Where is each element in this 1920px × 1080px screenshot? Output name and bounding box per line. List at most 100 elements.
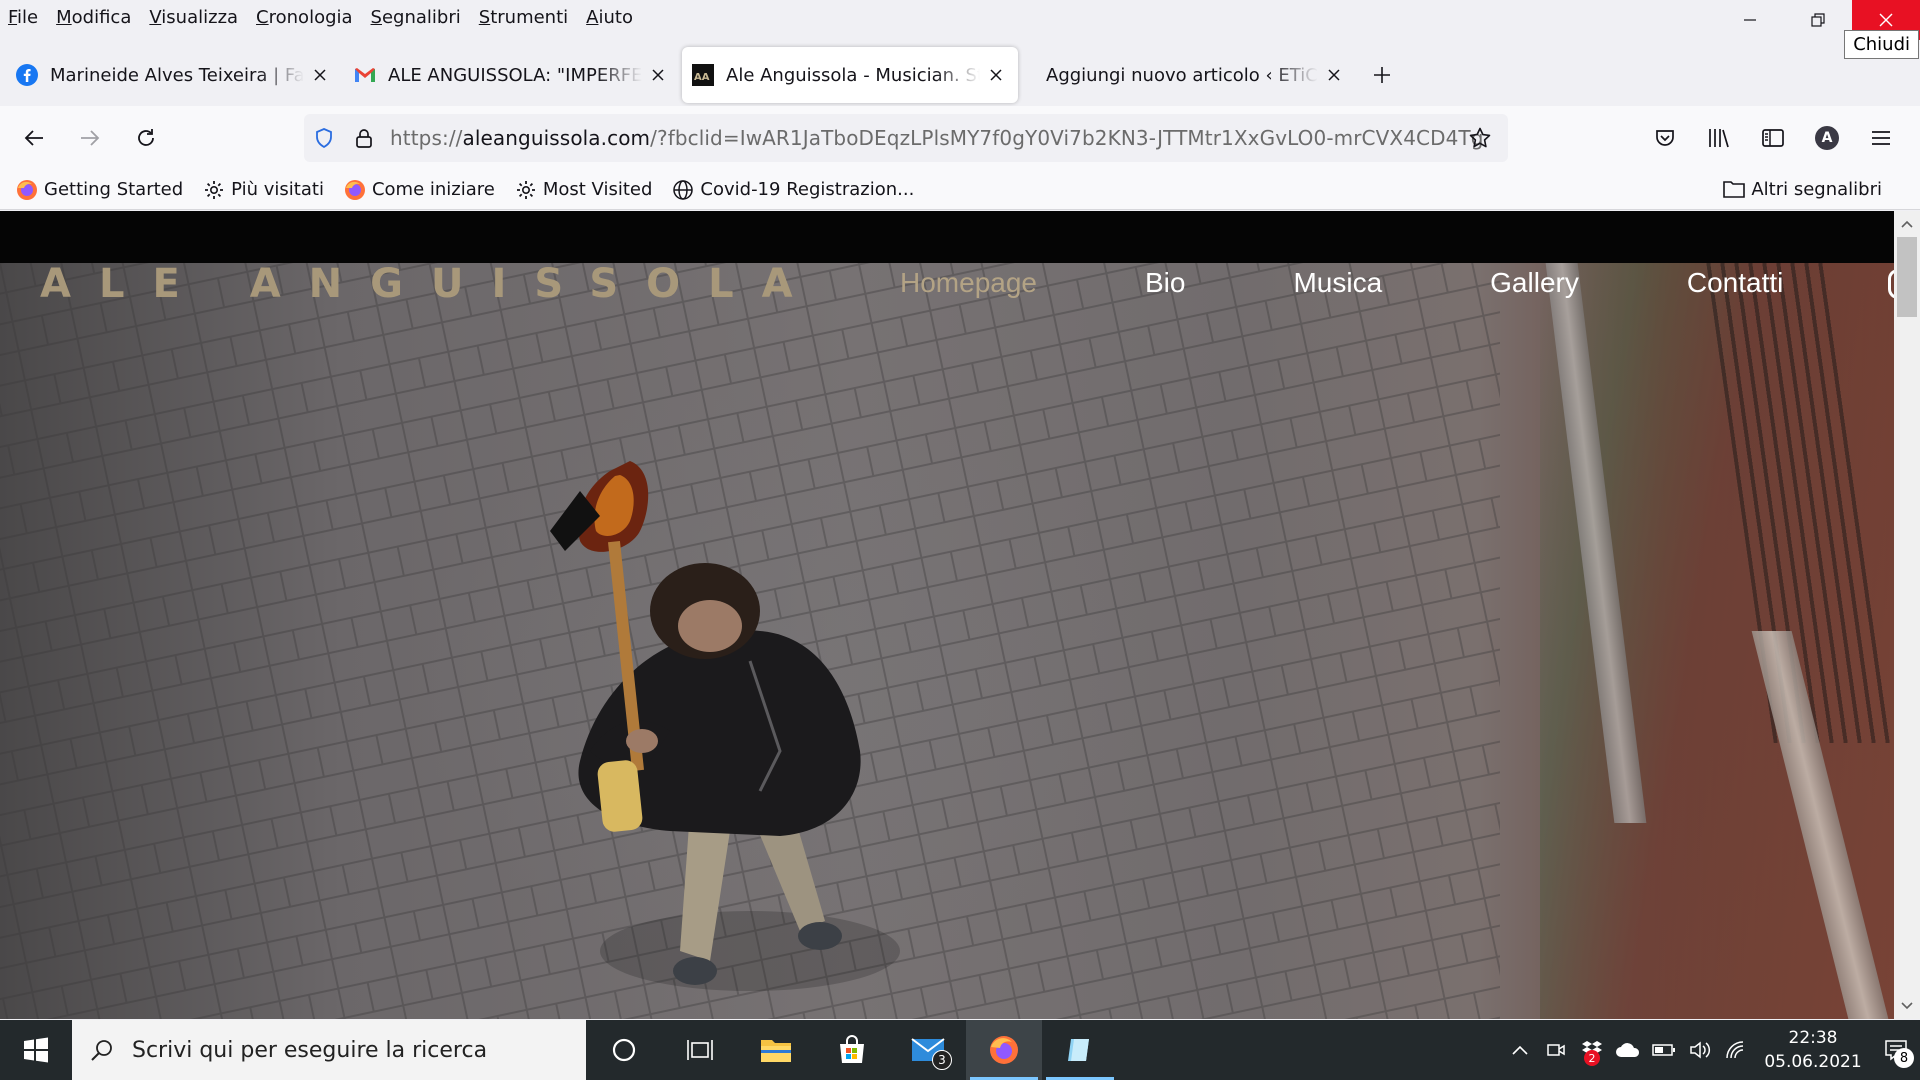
system-tray: 2 22:38 05.06.2021 8 — [1502, 1020, 1920, 1080]
scroll-up-icon[interactable] — [1901, 219, 1913, 231]
bookmark-come-iniziare[interactable]: Come iniziare — [344, 179, 495, 201]
task-view-icon — [687, 1040, 713, 1060]
cloud-icon — [1616, 1043, 1640, 1057]
site-nav-musica[interactable]: Musica — [1293, 267, 1382, 299]
menu-segnalibri[interactable]: Segnalibri — [371, 7, 461, 28]
app-menu-button[interactable] — [1854, 116, 1908, 160]
sidebar-button[interactable] — [1746, 116, 1800, 160]
menu-strumenti[interactable]: Strumenti — [479, 7, 568, 28]
show-hidden-icons-button[interactable] — [1502, 1020, 1538, 1080]
tab-title: ALE ANGUISSOLA: "IMPERFETTI" — [388, 64, 642, 86]
tab-title: Ale Anguissola - Musician. Strumentista — [726, 64, 980, 86]
bookmark-label: Come iniziare — [371, 179, 495, 200]
network-button[interactable] — [1718, 1020, 1754, 1080]
tab-gmail[interactable]: ALE ANGUISSOLA: "IMPERFETTI" — [344, 47, 680, 103]
camera-icon — [1547, 1044, 1565, 1056]
tab-close-icon[interactable] — [648, 65, 668, 85]
url-domain: aleanguissola.com — [462, 126, 651, 150]
battery-button[interactable] — [1646, 1020, 1682, 1080]
firefox-icon — [990, 1036, 1018, 1064]
taskbar-search[interactable]: Scrivi qui per eseguire la ricerca — [72, 1020, 586, 1080]
page-scrollbar[interactable] — [1894, 211, 1920, 1019]
start-button[interactable] — [0, 1020, 72, 1080]
menu-aiuto[interactable]: Aiuto — [586, 7, 633, 28]
task-view-button[interactable] — [662, 1020, 738, 1080]
tray-badge: 2 — [1584, 1050, 1600, 1066]
site-nav-gallery[interactable]: Gallery — [1490, 267, 1579, 299]
tab-ale-anguissola[interactable]: AA Ale Anguissola - Musician. Strumentis… — [682, 47, 1018, 103]
bookmark-piu-visitati[interactable]: Più visitati — [203, 179, 324, 201]
tab-eticinforma[interactable]: Aggiungi nuovo articolo ‹ ETiCinforma — [1020, 47, 1356, 103]
firefox-icon — [344, 179, 366, 201]
menu-modifica[interactable]: Modifica — [56, 7, 131, 28]
scroll-thumb[interactable] — [1897, 237, 1917, 317]
taskbar-clock[interactable]: 22:38 05.06.2021 — [1764, 1026, 1862, 1074]
bookmark-star-icon[interactable] — [1460, 118, 1500, 158]
action-center-button[interactable]: 8 — [1872, 1020, 1920, 1080]
url-bar[interactable]: https://aleanguissola.com/?fbclid=IwAR1J… — [304, 114, 1508, 162]
back-button[interactable] — [12, 116, 56, 160]
bookmark-getting-started[interactable]: Getting Started — [16, 179, 183, 201]
reload-button[interactable] — [124, 116, 168, 160]
bookmark-covid[interactable]: Covid-19 Registrazion... — [672, 179, 914, 201]
battery-icon — [1652, 1044, 1675, 1056]
volume-button[interactable] — [1682, 1020, 1718, 1080]
pocket-button[interactable] — [1638, 116, 1692, 160]
scroll-down-icon[interactable] — [1901, 999, 1913, 1011]
store-icon — [840, 1035, 864, 1063]
globe-icon — [672, 179, 694, 201]
site-nav-bio[interactable]: Bio — [1145, 267, 1185, 299]
tab-close-icon[interactable] — [986, 65, 1006, 85]
other-bookmarks[interactable]: Altri segnalibri — [1723, 178, 1882, 200]
bookmark-label: Più visitati — [231, 179, 324, 200]
page-top-strip — [0, 211, 1894, 263]
folder-icon — [761, 1040, 791, 1062]
meet-now-button[interactable] — [1538, 1020, 1574, 1080]
clock-date: 05.06.2021 — [1764, 1052, 1862, 1072]
cortana-button[interactable] — [586, 1020, 662, 1080]
onedrive-button[interactable] — [1610, 1020, 1646, 1080]
tab-close-icon[interactable] — [1324, 65, 1344, 85]
gmail-icon — [354, 64, 376, 86]
windows-taskbar: Scrivi qui per eseguire la ricerca 3 2 2… — [0, 1020, 1920, 1080]
tab-title: Aggiungi nuovo articolo ‹ ETiCinforma — [1046, 64, 1318, 86]
url-text[interactable]: https://aleanguissola.com/?fbclid=IwAR1J… — [390, 126, 1484, 150]
restore-icon — [1811, 13, 1825, 27]
notification-count: 8 — [1894, 1048, 1914, 1068]
firefox-taskbar-button[interactable] — [966, 1020, 1042, 1080]
facebook-icon — [16, 64, 38, 86]
sidebar-icon — [1762, 129, 1784, 147]
library-button[interactable] — [1692, 116, 1746, 160]
forward-button[interactable] — [68, 116, 112, 160]
site-logo[interactable]: ALE ANGUISSOLA — [40, 261, 821, 307]
site-nav-homepage[interactable]: Homepage — [900, 267, 1037, 299]
mail-button[interactable]: 3 — [890, 1020, 966, 1080]
tab-title: Marineide Alves Teixeira | Facebook — [50, 64, 304, 86]
minimize-button[interactable] — [1716, 0, 1784, 40]
gear-icon — [515, 179, 537, 201]
chevron-up-icon — [1512, 1045, 1528, 1055]
menu-visualizza[interactable]: Visualizza — [149, 7, 238, 28]
account-button[interactable]: A — [1800, 116, 1854, 160]
menu-file[interactable]: File — [8, 7, 38, 28]
tab-close-icon[interactable] — [310, 65, 330, 85]
search-icon — [72, 1038, 132, 1062]
menu-cronologia[interactable]: Cronologia — [256, 7, 353, 28]
search-placeholder: Scrivi qui per eseguire la ricerca — [132, 1037, 488, 1063]
menu-bar: File Modifica Visualizza Cronologia Segn… — [0, 0, 1920, 34]
dropbox-button[interactable]: 2 — [1574, 1020, 1610, 1080]
file-explorer-button[interactable] — [738, 1020, 814, 1080]
restore-button[interactable] — [1784, 0, 1852, 40]
store-button[interactable] — [814, 1020, 890, 1080]
clock-time: 22:38 — [1788, 1028, 1838, 1048]
site-nav-contatti[interactable]: Contatti — [1687, 267, 1784, 299]
notepad-taskbar-button[interactable] — [1042, 1020, 1118, 1080]
shield-icon[interactable] — [304, 118, 344, 158]
tab-facebook[interactable]: Marineide Alves Teixeira | Facebook — [6, 47, 342, 103]
new-tab-button[interactable] — [1362, 55, 1402, 95]
bookmark-most-visited[interactable]: Most Visited — [515, 179, 652, 201]
library-icon — [1709, 129, 1729, 148]
lock-icon[interactable] — [344, 118, 384, 158]
site-navigation: Homepage Bio Musica Gallery Contatti — [900, 267, 1891, 299]
navigation-toolbar: https://aleanguissola.com/?fbclid=IwAR1J… — [0, 106, 1920, 170]
